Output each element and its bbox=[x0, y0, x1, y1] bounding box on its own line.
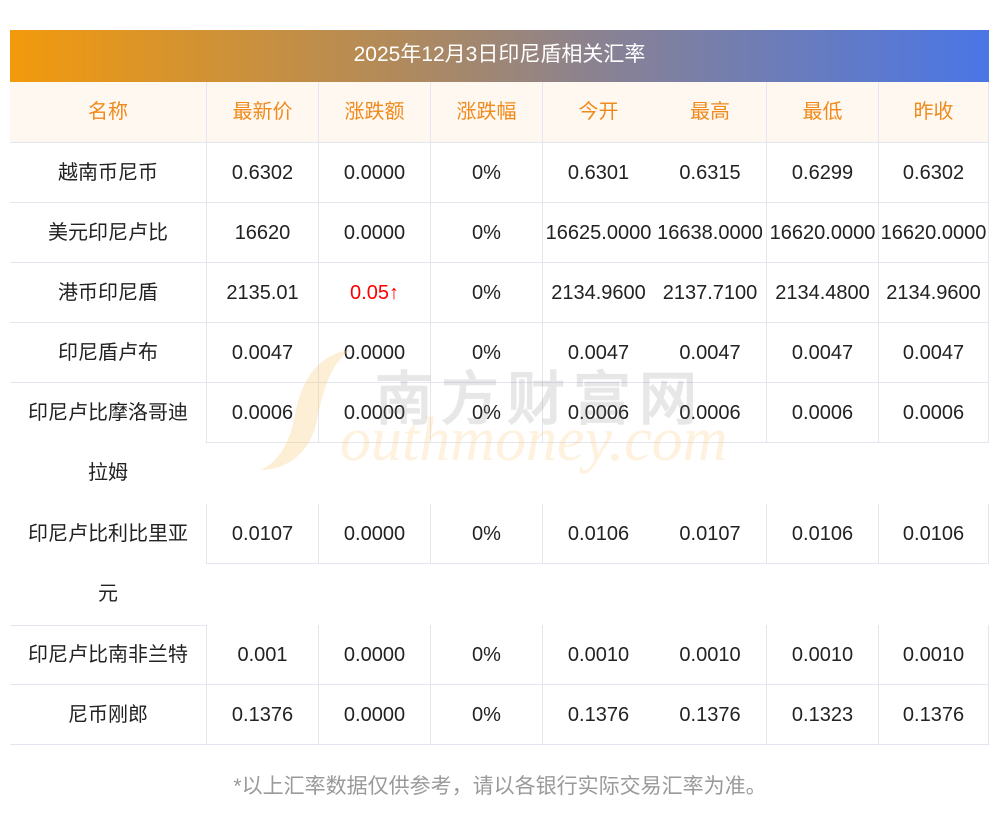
table-row: 尼币刚郎 0.1376 0.0000 0% 0.1376 0.1376 0.1323 0.13… bbox=[10, 685, 989, 745]
cell-low: 0.0047 bbox=[766, 323, 878, 383]
cell-change: 0.0000 bbox=[318, 143, 430, 203]
cell-open: 0.0047 bbox=[542, 323, 654, 383]
cell-name: 印尼盾卢布 bbox=[10, 323, 206, 383]
header-change-pct: 涨跌幅 bbox=[430, 82, 542, 143]
cell-change: 0.05↑ bbox=[318, 263, 430, 323]
cell-change: 0.0000 bbox=[318, 504, 430, 564]
cell-name: 港币印尼盾 bbox=[10, 263, 206, 323]
cell-change: 0.0000 bbox=[318, 323, 430, 383]
cell-low: 0.6299 bbox=[766, 143, 878, 203]
cell-open: 2134.9600 bbox=[542, 263, 654, 323]
cell-low: 0.0106 bbox=[766, 504, 878, 564]
cell-name: 越南币尼币 bbox=[10, 143, 206, 203]
cell-prev-close: 0.0010 bbox=[878, 625, 989, 685]
cell-high: 16638.0000 bbox=[654, 203, 766, 263]
table-row: 印尼盾卢布 0.0047 0.0000 0% 0.0047 0.0047 0.0047 0.0… bbox=[10, 323, 989, 383]
cell-high: 0.6315 bbox=[654, 143, 766, 203]
table-row: 0.0006 0.0000 0% 0.0006 0.0006 0.0006 0.0006 印尼… bbox=[10, 383, 989, 505]
cell-name: 印尼卢比利比里亚元 bbox=[10, 504, 206, 626]
table-header-row: 名称 最新价 涨跌额 涨跌幅 今开 最高 最低 昨收 bbox=[10, 82, 989, 143]
cell-latest: 2135.01 bbox=[206, 263, 318, 323]
cell-change-pct: 0% bbox=[430, 143, 542, 203]
cell-change-pct: 0% bbox=[430, 203, 542, 263]
cell-high: 2137.7100 bbox=[654, 263, 766, 323]
cell-prev-close: 0.6302 bbox=[878, 143, 989, 203]
cell-change: 0.0000 bbox=[318, 203, 430, 263]
cell-name-line: 印尼卢比摩洛哥迪 bbox=[28, 402, 188, 424]
cell-latest: 0.001 bbox=[206, 625, 318, 685]
exchange-rate-table: 名称 最新价 涨跌额 涨跌幅 今开 最高 最低 昨收 越南币尼币 0.6302 0.… bbox=[10, 82, 989, 745]
cell-low: 2134.4800 bbox=[766, 263, 878, 323]
cell-high: 0.0010 bbox=[654, 625, 766, 685]
cell-low: 0.0006 bbox=[766, 383, 878, 443]
cell-change-pct: 0% bbox=[430, 383, 542, 443]
header-latest: 最新价 bbox=[206, 82, 318, 143]
cell-latest: 0.6302 bbox=[206, 143, 318, 203]
cell-open: 0.0106 bbox=[542, 504, 654, 564]
cell-open: 0.6301 bbox=[542, 143, 654, 203]
header-low: 最低 bbox=[766, 82, 878, 143]
cell-open: 0.1376 bbox=[542, 685, 654, 745]
cell-latest: 0.0006 bbox=[206, 383, 318, 443]
cell-change-pct: 0% bbox=[430, 504, 542, 564]
cell-prev-close: 0.0106 bbox=[878, 504, 989, 564]
table-row: 0.0107 0.0000 0% 0.0106 0.0107 0.0106 0.0106 印尼… bbox=[10, 504, 989, 626]
cell-prev-close: 0.0006 bbox=[878, 383, 989, 443]
cell-name: 印尼卢比南非兰特 bbox=[10, 625, 206, 685]
table-row: 港币印尼盾 2135.01 0.05↑ 0% 2134.9600 2137.7100 213… bbox=[10, 263, 989, 323]
disclaimer-footer: *以上汇率数据仅供参考，请以各银行实际交易汇率为准。 bbox=[233, 775, 767, 798]
cell-open: 0.0010 bbox=[542, 625, 654, 685]
table-body: 越南币尼币 0.6302 0.0000 0% 0.6301 0.6315 0.6299 0.6… bbox=[10, 143, 989, 745]
cell-change: 0.0000 bbox=[318, 625, 430, 685]
cell-latest: 0.1376 bbox=[206, 685, 318, 745]
cell-name-line: 印尼卢比利比里亚 bbox=[28, 523, 188, 545]
cell-latest: 16620 bbox=[206, 203, 318, 263]
cell-prev-close: 0.1376 bbox=[878, 685, 989, 745]
cell-open: 16625.0000 bbox=[542, 203, 654, 263]
header-change: 涨跌额 bbox=[318, 82, 430, 143]
cell-prev-close: 0.0047 bbox=[878, 323, 989, 383]
cell-change: 0.0000 bbox=[318, 383, 430, 443]
cell-name: 尼币刚郎 bbox=[10, 685, 206, 745]
cell-change-pct: 0% bbox=[430, 323, 542, 383]
header-name: 名称 bbox=[10, 82, 206, 143]
header-high: 最高 bbox=[654, 82, 766, 143]
table-row: 越南币尼币 0.6302 0.0000 0% 0.6301 0.6315 0.6299 0.6… bbox=[10, 143, 989, 203]
table-row: 印尼卢比南非兰特 0.001 0.0000 0% 0.0010 0.0010 0.0010 0… bbox=[10, 625, 989, 685]
cell-change: 0.0000 bbox=[318, 685, 430, 745]
cell-latest: 0.0047 bbox=[206, 323, 318, 383]
cell-open: 0.0006 bbox=[542, 383, 654, 443]
cell-name-line: 元 bbox=[98, 583, 118, 605]
cell-high: 0.0107 bbox=[654, 504, 766, 564]
table-title: 2025年12月3日印尼盾相关汇率 bbox=[10, 30, 989, 82]
cell-change-pct: 0% bbox=[430, 625, 542, 685]
header-open: 今开 bbox=[542, 82, 654, 143]
cell-name-line: 拉姆 bbox=[88, 462, 128, 484]
cell-high: 0.1376 bbox=[654, 685, 766, 745]
cell-change-pct: 0% bbox=[430, 685, 542, 745]
table-row: 美元印尼卢比 16620 0.0000 0% 16625.0000 16638.0000 1… bbox=[10, 203, 989, 263]
cell-name: 印尼卢比摩洛哥迪 拉姆 bbox=[10, 383, 206, 505]
header-prev-close: 昨收 bbox=[878, 82, 989, 143]
cell-low: 0.0010 bbox=[766, 625, 878, 685]
cell-low: 0.1323 bbox=[766, 685, 878, 745]
cell-change-pct: 0% bbox=[430, 263, 542, 323]
cell-latest: 0.0107 bbox=[206, 504, 318, 564]
cell-prev-close: 16620.0000 bbox=[878, 203, 989, 263]
cell-high: 0.0006 bbox=[654, 383, 766, 443]
cell-high: 0.0047 bbox=[654, 323, 766, 383]
cell-prev-close: 2134.9600 bbox=[878, 263, 989, 323]
cell-low: 16620.0000 bbox=[766, 203, 878, 263]
cell-name: 美元印尼卢比 bbox=[10, 203, 206, 263]
